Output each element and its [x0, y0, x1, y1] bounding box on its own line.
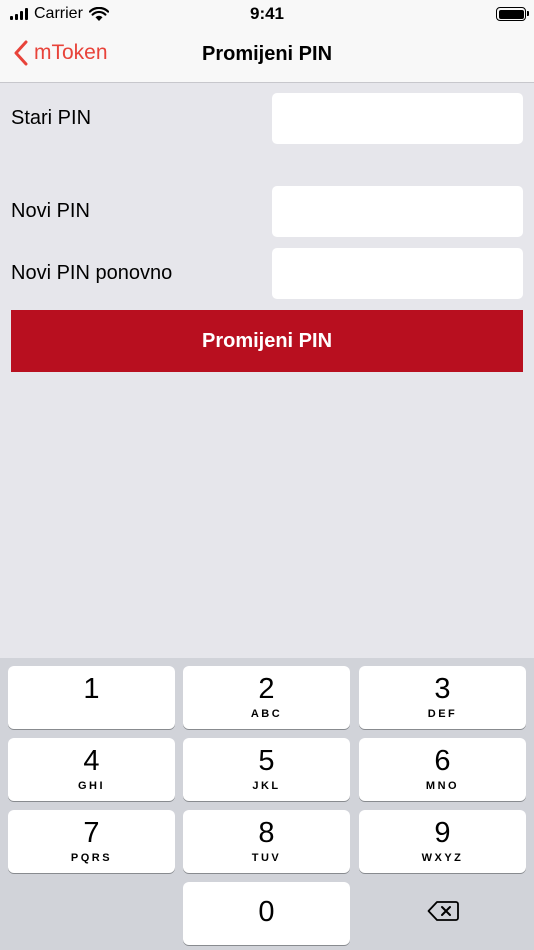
key-letters: MNO [425, 780, 460, 792]
key-5[interactable]: 5 JKL [183, 738, 350, 801]
key-letters: GHI [77, 780, 106, 792]
key-letters: WXYZ [421, 852, 464, 864]
key-letters: TUV [251, 852, 282, 864]
key-2[interactable]: 2 ABC [183, 666, 350, 729]
old-pin-field[interactable] [272, 93, 523, 144]
key-9[interactable]: 9 WXYZ [359, 810, 526, 873]
key-7[interactable]: 7 PQRS [8, 810, 175, 873]
backspace-icon [427, 901, 459, 921]
delete-key[interactable] [359, 882, 526, 945]
navigation-bar: mToken Promijeni PIN [0, 28, 534, 83]
key-digit: 2 [258, 673, 275, 705]
confirm-pin-field[interactable] [272, 248, 523, 299]
confirm-pin-label: Novi PIN ponovno [11, 262, 173, 284]
battery-icon [496, 7, 529, 21]
numeric-keypad: 1 2 ABC 3 DEF 4 GHI 5 JKL 6 MNO 7 PQRS 8… [0, 658, 534, 950]
key-digit: 3 [434, 673, 451, 705]
key-digit: 5 [258, 745, 275, 777]
key-digit: 0 [258, 896, 275, 928]
key-digit: 7 [83, 817, 100, 849]
key-3[interactable]: 3 DEF [359, 666, 526, 729]
key-letters: JKL [252, 780, 281, 792]
key-digit: 8 [258, 817, 275, 849]
new-pin-field[interactable] [272, 186, 523, 237]
key-digit: 1 [83, 673, 100, 705]
key-digit: 4 [83, 745, 100, 777]
key-1[interactable]: 1 [8, 666, 175, 729]
status-time: 9:41 [249, 4, 285, 23]
key-letters: ABC [250, 708, 283, 720]
key-digit: 9 [434, 817, 451, 849]
old-pin-label: Stari PIN [11, 107, 92, 129]
key-8[interactable]: 8 TUV [183, 810, 350, 873]
key-4[interactable]: 4 GHI [8, 738, 175, 801]
page-title: Promijeni PIN [201, 43, 333, 65]
key-6[interactable]: 6 MNO [359, 738, 526, 801]
new-pin-label: Novi PIN [11, 200, 90, 222]
key-0[interactable]: 0 [183, 882, 350, 945]
key-letters: PQRS [70, 852, 113, 864]
key-digit: 6 [434, 745, 451, 777]
status-bar: Carrier 9:41 [0, 0, 534, 28]
change-pin-button[interactable]: Promijeni PIN [11, 310, 523, 372]
key-letters: DEF [427, 708, 458, 720]
